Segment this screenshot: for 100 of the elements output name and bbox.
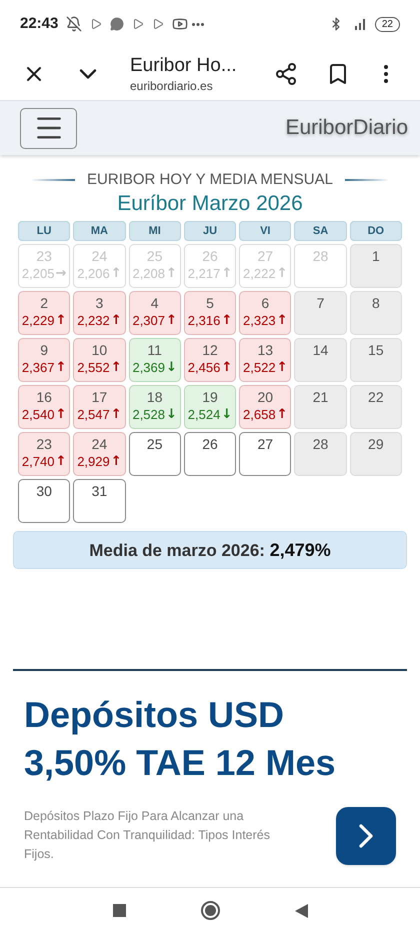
video-icon <box>172 16 188 32</box>
trend-arrow: → <box>55 265 66 283</box>
trend-arrow: ↑ <box>221 265 232 283</box>
calendar-day[interactable]: 25 <box>128 432 181 476</box>
menu-button[interactable] <box>20 108 77 148</box>
rate-value: 2,547 <box>77 406 110 424</box>
calendar-title: Euríbor Marzo 2026 <box>116 191 304 217</box>
day-number: 4 <box>150 294 159 312</box>
trend-arrow: ↑ <box>110 265 122 283</box>
calendar-day[interactable]: 13 2,522↑ <box>239 338 292 382</box>
day-number: 26 <box>202 247 218 265</box>
day-number: 12 <box>202 341 218 359</box>
rate-value: 2,307 <box>132 312 166 330</box>
calendar-day[interactable]: 9 2,367↑ <box>18 338 70 382</box>
trend-arrow: ↑ <box>110 359 122 377</box>
calendar-day[interactable]: 24 2,929↑ <box>73 432 126 476</box>
day-number: 25 <box>146 247 162 265</box>
day-number: 26 <box>202 435 218 453</box>
trend-arrow: ↓ <box>221 406 232 424</box>
day-number: 22 <box>368 388 384 406</box>
calendar-day[interactable]: 16 2,540↑ <box>18 385 70 429</box>
day-number: 11 <box>147 341 162 359</box>
ad-description: Depósitos Plazo Fijo Para Alcanzar una Rentabilidad Con Tranquilidad: Tipos Interés Fijos. <box>24 808 271 863</box>
site-brand[interactable]: EuriborDiario <box>285 112 408 144</box>
calendar-day[interactable]: 27 <box>239 432 292 476</box>
calendar-day[interactable]: 21 <box>294 385 347 429</box>
day-number: 30 <box>36 482 52 500</box>
day-number: 13 <box>257 341 274 359</box>
day-number: 3 <box>96 294 104 312</box>
trend-arrow: ↑ <box>166 265 177 283</box>
calendar-day[interactable]: 22 <box>350 385 402 429</box>
chat-icon <box>110 17 124 31</box>
battery-indicator: 22 <box>374 16 400 32</box>
trend-arrow: ↑ <box>276 359 288 377</box>
day-number: 27 <box>257 247 274 265</box>
day-number: 18 <box>146 388 162 406</box>
trend-arrow: ↑ <box>276 312 288 330</box>
calendar-day[interactable]: 30 <box>18 479 70 523</box>
calendar-day[interactable]: 3 2,232↑ <box>73 291 126 335</box>
calendar-day[interactable]: 12 2,456↑ <box>184 338 236 382</box>
day-number: 19 <box>202 388 218 406</box>
calendar-day[interactable]: 2 2,229↑ <box>18 291 70 335</box>
calendar-day[interactable]: 26 <box>184 432 236 476</box>
trend-arrow: ↑ <box>55 453 66 471</box>
rate-value: 2,740 <box>22 453 54 471</box>
calendar-day[interactable]: 18 2,528↓ <box>128 385 181 429</box>
rate-value: 2,229 <box>22 312 54 330</box>
play-icon <box>152 18 164 30</box>
clock: 22:43 <box>20 14 58 34</box>
day-number: 10 <box>92 341 108 359</box>
day-number: 1 <box>372 247 380 265</box>
calendar-day[interactable]: 11 2,369↓ <box>128 338 181 382</box>
calendar-day[interactable]: 23 2,740↑ <box>18 432 70 476</box>
calendar-day[interactable]: 5 2,316↑ <box>184 291 236 335</box>
day-number: 23 <box>36 247 52 265</box>
rate-value: 2,208 <box>132 265 166 283</box>
weekday-header: LU <box>18 221 70 241</box>
day-number: 6 <box>261 294 270 312</box>
day-number: 5 <box>206 294 214 312</box>
calendar-day[interactable]: 10 2,552↑ <box>73 338 126 382</box>
trend-arrow: ↑ <box>110 453 122 471</box>
calendar-day[interactable]: 19 2,524↓ <box>184 385 236 429</box>
rate-value: 2,369 <box>132 359 166 377</box>
rate-value: 2,528 <box>132 406 166 424</box>
calendar-day[interactable]: 8 <box>350 291 402 335</box>
rate-value: 2,524 <box>188 406 220 424</box>
day-number: 15 <box>368 341 384 359</box>
page-url: euribordiario.es <box>130 78 214 94</box>
calendar-day[interactable]: 15 <box>350 338 402 382</box>
calendar-day[interactable]: 31 <box>73 479 126 523</box>
rate-value: 2,522 <box>243 359 276 377</box>
share-icon[interactable] <box>274 62 298 86</box>
recents-icon[interactable] <box>112 904 126 917</box>
rate-value: 2,316 <box>188 312 220 330</box>
calendar-day[interactable]: 14 <box>294 338 347 382</box>
average-text: Media de marzo 2026: 2,479% <box>89 538 331 562</box>
back-icon[interactable] <box>294 904 308 918</box>
trend-arrow: ↑ <box>221 359 232 377</box>
day-number: 28 <box>312 435 328 453</box>
calendar-day[interactable]: 1 <box>350 244 402 288</box>
calendar-day[interactable]: 29 <box>350 432 402 476</box>
muted-bell-icon <box>66 16 82 32</box>
rate-value: 2,552 <box>77 359 110 377</box>
ad-next-button[interactable] <box>336 807 396 865</box>
calendar-day[interactable]: 28 <box>294 432 347 476</box>
rate-value: 2,222 <box>243 265 276 283</box>
calendar-day[interactable]: 4 2,307↑ <box>128 291 181 335</box>
calendar-day[interactable]: 7 <box>294 291 347 335</box>
trend-arrow: ↓ <box>166 406 177 424</box>
calendar-day[interactable]: 20 2,658↑ <box>239 385 292 429</box>
home-icon[interactable] <box>200 901 220 920</box>
calendar-day[interactable]: 6 2,323↑ <box>239 291 292 335</box>
day-number: 7 <box>316 294 324 312</box>
ad-headline[interactable]: Depósitos USD 3,50% TAE 12 Mes <box>0 691 420 787</box>
weekday-header: MA <box>73 221 126 241</box>
rate-value: 2,367 <box>22 359 54 377</box>
calendar-day[interactable]: 17 2,547↑ <box>73 385 126 429</box>
day-number: 29 <box>368 435 384 453</box>
weekday-header: MI <box>128 221 181 241</box>
day-number: 28 <box>312 247 328 265</box>
